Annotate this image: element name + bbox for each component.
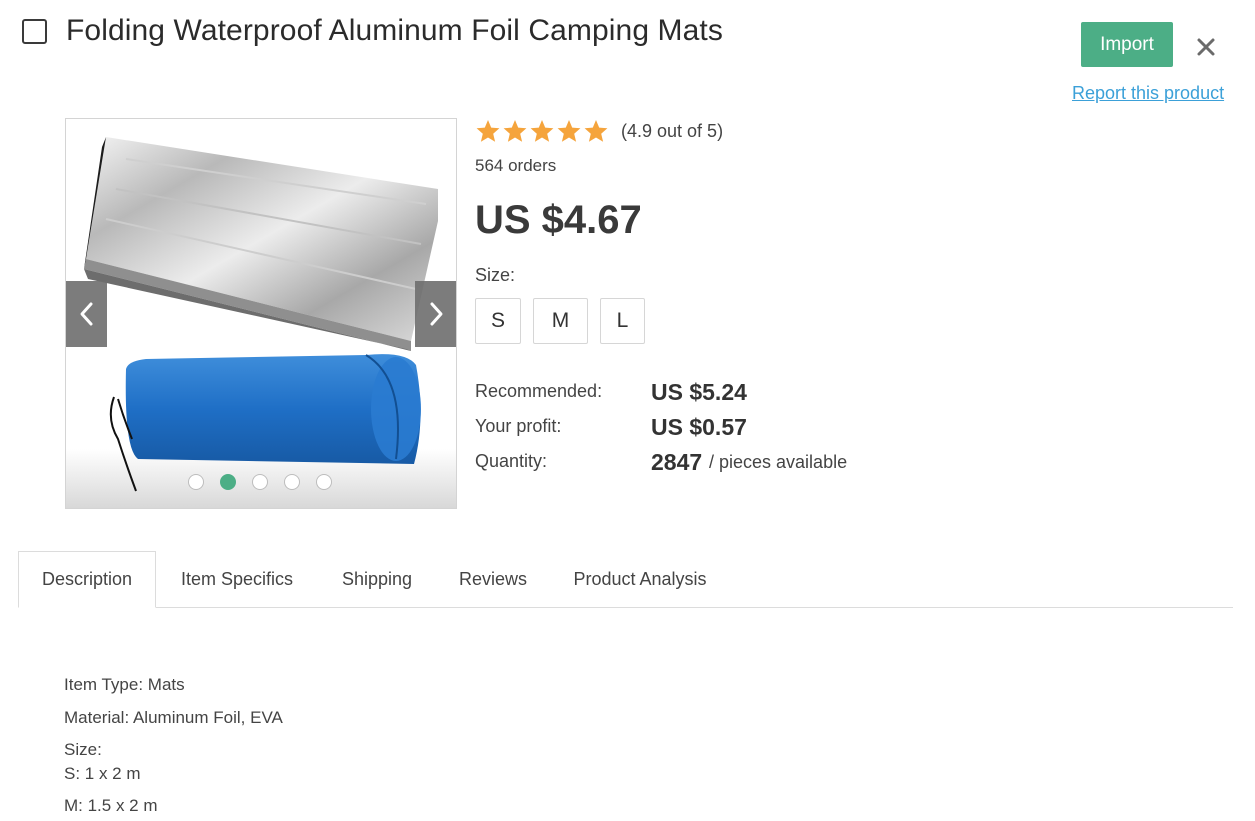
size-option-m[interactable]: M: [533, 298, 588, 344]
description-line: Material: Aluminum Foil, EVA: [64, 708, 283, 727]
tab-item-specifics[interactable]: Item Specifics: [166, 551, 308, 608]
quantity-suffix: / pieces available: [709, 452, 848, 472]
import-button[interactable]: Import: [1081, 22, 1173, 67]
star-icon: [557, 120, 581, 142]
product-image: [66, 119, 456, 508]
product-image-gallery: [65, 118, 457, 509]
gallery-dot[interactable]: [284, 474, 300, 490]
description-line: S: 1 x 2 m: [64, 764, 141, 783]
product-title: Folding Waterproof Aluminum Foil Camping…: [66, 14, 723, 47]
tab-product-analysis[interactable]: Product Analysis: [558, 551, 722, 608]
product-price: US $4.67: [475, 198, 642, 242]
orders-count: 564 orders: [475, 156, 557, 175]
quantity-label: Quantity:: [475, 451, 548, 471]
gallery-next-button[interactable]: [415, 281, 456, 347]
profit-label: Your profit:: [475, 416, 562, 436]
size-option-l[interactable]: L: [600, 298, 645, 344]
recommended-value: US $5.24: [651, 379, 747, 405]
size-label: Size:: [475, 265, 516, 285]
gallery-prev-button[interactable]: [66, 281, 107, 347]
gallery-dots: [188, 474, 332, 490]
tab-description[interactable]: Description: [18, 551, 156, 608]
gallery-dot-active[interactable]: [220, 474, 236, 490]
report-product-link[interactable]: Report this product: [1072, 83, 1224, 104]
description-line: Size:: [64, 740, 102, 759]
profit-value: US $0.57: [651, 414, 747, 440]
close-icon[interactable]: [1191, 32, 1221, 62]
description-line: M: 1.5 x 2 m: [64, 796, 158, 815]
gallery-dot[interactable]: [188, 474, 204, 490]
chevron-left-icon: [80, 302, 92, 326]
gallery-dot[interactable]: [252, 474, 268, 490]
tab-shipping[interactable]: Shipping: [326, 551, 428, 608]
gallery-dot[interactable]: [316, 474, 332, 490]
star-icon: [476, 120, 500, 142]
size-option-s[interactable]: S: [475, 298, 521, 344]
quantity-value: 2847: [651, 449, 703, 475]
star-icon: [503, 120, 527, 142]
star-icon: [584, 120, 608, 142]
size-options: S M L: [475, 298, 645, 344]
select-product-checkbox[interactable]: [22, 19, 47, 44]
chevron-right-icon: [430, 302, 442, 326]
star-icon: [530, 120, 554, 142]
tab-reviews[interactable]: Reviews: [446, 551, 540, 608]
recommended-label: Recommended:: [475, 381, 603, 401]
rating-stars: [475, 118, 609, 146]
description-line: Item Type: Mats: [64, 675, 185, 694]
rating-text: (4.9 out of 5): [621, 121, 724, 141]
